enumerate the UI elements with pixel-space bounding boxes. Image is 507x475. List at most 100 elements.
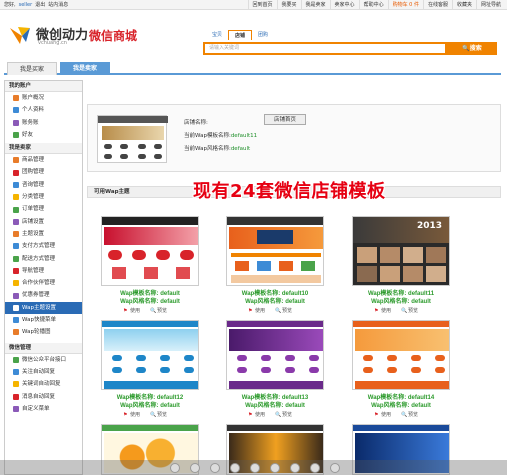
- preview-button[interactable]: 🔍 预览: [150, 411, 167, 418]
- sidebar-item-wap-theme[interactable]: Wap主题设置: [5, 301, 82, 315]
- sidebar-item-wap-carousel[interactable]: Wap轮播图: [5, 326, 82, 338]
- preview-icon: [435, 367, 445, 373]
- sidebar-item-custom-menu[interactable]: 自定义菜单: [5, 403, 82, 415]
- shop-home-button[interactable]: 店铺首页: [264, 114, 306, 125]
- tab-buyer[interactable]: 我是买家: [7, 62, 57, 75]
- sidebar-item-friends[interactable]: 好友: [5, 129, 82, 141]
- logout-link[interactable]: 退出: [35, 2, 45, 8]
- theme-actions: ⚑ 使用 🔍 预览: [374, 411, 428, 418]
- preview-icon: [136, 367, 146, 373]
- sidebar-item-profile[interactable]: 个人资料: [5, 104, 82, 116]
- preview-bar: [227, 321, 323, 327]
- sidebar-item-keyword-reply[interactable]: 关键词自动回复: [5, 378, 82, 390]
- sidebar-item-bill[interactable]: 账务账: [5, 117, 82, 129]
- sidebar-item-payment[interactable]: 支付方式管理: [5, 240, 82, 252]
- sidebar-item-consult[interactable]: 咨询管理: [5, 179, 82, 191]
- rotate-left-icon[interactable]: [210, 463, 220, 473]
- next-icon[interactable]: [290, 463, 300, 473]
- use-button[interactable]: ⚑ 使用: [248, 411, 265, 418]
- sidebar-item-wechat-api[interactable]: 微信公众平台接口: [5, 354, 82, 366]
- sidebar-item-goods[interactable]: 商品管理: [5, 154, 82, 166]
- zoom-out-icon[interactable]: [170, 463, 180, 473]
- zoom-in-icon[interactable]: [190, 463, 200, 473]
- search-tab-group[interactable]: 团购: [252, 30, 274, 40]
- home-link[interactable]: 回到首页: [247, 0, 277, 10]
- username-link[interactable]: seller: [19, 2, 33, 8]
- use-label: 使用: [130, 308, 141, 314]
- seller-menu[interactable]: 我是卖家: [300, 0, 330, 10]
- tab-seller[interactable]: 我是卖家: [60, 62, 110, 75]
- theme-preview-image[interactable]: [226, 216, 324, 286]
- download-icon[interactable]: [310, 463, 320, 473]
- sidebar-item-wap-menu[interactable]: Wap快捷菜单: [5, 314, 82, 326]
- sidebar-item-label: 合作伙伴管理: [22, 280, 56, 287]
- search-input[interactable]: 请输入关键词: [203, 42, 447, 55]
- sidebar-item-category[interactable]: 分类管理: [5, 191, 82, 203]
- use-button[interactable]: ⚑ 使用: [374, 411, 391, 418]
- sidebar-item-label: Wap快捷菜单: [22, 317, 56, 324]
- sidebar-item-account-overview[interactable]: 账户概况: [5, 92, 82, 104]
- preview-label: 预览: [157, 412, 168, 418]
- theme-preview-image[interactable]: [101, 216, 199, 286]
- preview-product: [144, 267, 158, 279]
- use-button[interactable]: ⚑ 使用: [123, 307, 140, 314]
- preview-button[interactable]: 🔍 预览: [275, 307, 292, 314]
- theme-preview-image[interactable]: [226, 320, 324, 390]
- magnifier-icon: 🔍: [275, 308, 282, 314]
- sidebar-item-navigation[interactable]: 导航管理: [5, 265, 82, 277]
- cart-link[interactable]: 购物车 0 件: [387, 0, 423, 10]
- preview-icon: [237, 355, 247, 361]
- site-nav-menu[interactable]: 网址导航: [475, 0, 505, 10]
- preview-bar: [227, 217, 323, 225]
- use-button[interactable]: ⚑ 使用: [374, 307, 391, 314]
- fit-icon[interactable]: [250, 463, 260, 473]
- search-button[interactable]: 🔍搜索: [447, 42, 497, 55]
- close-icon[interactable]: [330, 463, 340, 473]
- theme-preview-image[interactable]: [101, 320, 199, 390]
- preview-bar: [353, 425, 449, 431]
- search-tab-goods[interactable]: 宝贝: [206, 30, 228, 40]
- preview-photo: [357, 266, 377, 282]
- preview-label: 预览: [282, 308, 293, 314]
- sidebar-item-label: 关键词自动回复: [22, 381, 61, 388]
- online-service-link[interactable]: 在线客服: [422, 0, 452, 10]
- sidebar-item-coupons[interactable]: 优惠券管理: [5, 289, 82, 301]
- sidebar-item-label: Wap主题设置: [22, 304, 56, 311]
- preview-bar: [102, 425, 198, 431]
- preview-button[interactable]: 🔍 预览: [150, 307, 167, 314]
- help-center-menu[interactable]: 帮助中心: [358, 0, 388, 10]
- prev-icon[interactable]: [270, 463, 280, 473]
- sidebar-item-theme[interactable]: 主题设置: [5, 228, 82, 240]
- search-tab-shop[interactable]: 店铺: [228, 30, 253, 40]
- preview-button[interactable]: 🔍 预览: [275, 411, 292, 418]
- preview-button[interactable]: 🔍 预览: [401, 411, 418, 418]
- sidebar-item-shipping[interactable]: 配送方式管理: [5, 253, 82, 265]
- reply-icon: [13, 369, 19, 376]
- theme-preview-image[interactable]: [352, 320, 450, 390]
- sidebar-item-orders[interactable]: 订单管理: [5, 203, 82, 215]
- preview-button[interactable]: 🔍 预览: [401, 307, 418, 314]
- preview-product: [301, 261, 315, 271]
- use-button[interactable]: ⚑ 使用: [248, 307, 265, 314]
- sidebar-item-label: 自定义菜单: [22, 405, 50, 412]
- messages-link[interactable]: 站内消息: [48, 2, 68, 8]
- sidebar-item-follow-reply[interactable]: 关注自动回复: [5, 366, 82, 378]
- current-style-label: 当前Wap风格名称:: [184, 146, 231, 152]
- buy-menu[interactable]: 我要买: [276, 0, 301, 10]
- theme-style-name: Wap风格名称: default: [120, 403, 180, 409]
- rotate-right-icon[interactable]: [230, 463, 240, 473]
- preview-product: [235, 261, 249, 271]
- sidebar-item-group[interactable]: 团购管理: [5, 166, 82, 178]
- sidebar-item-message-reply[interactable]: 消息自动回复: [5, 391, 82, 403]
- preview-footer: [229, 381, 323, 389]
- theme-actions: ⚑ 使用 🔍 预览: [123, 411, 177, 418]
- sidebar-item-shop-settings[interactable]: 店铺设置: [5, 216, 82, 228]
- theme-preview-image[interactable]: 2013: [352, 216, 450, 286]
- main-content: 店铺名称: 当前Wap模板名称:default11 当前Wap风格名称:defa…: [87, 80, 501, 475]
- use-label: 使用: [381, 412, 392, 418]
- sidebar-item-partners[interactable]: 合作伙伴管理: [5, 277, 82, 289]
- use-button[interactable]: ⚑ 使用: [123, 411, 140, 418]
- seller-center-menu[interactable]: 卖家中心: [329, 0, 359, 10]
- favorites-menu[interactable]: 收藏夹: [451, 0, 476, 10]
- friends-icon: [13, 132, 19, 139]
